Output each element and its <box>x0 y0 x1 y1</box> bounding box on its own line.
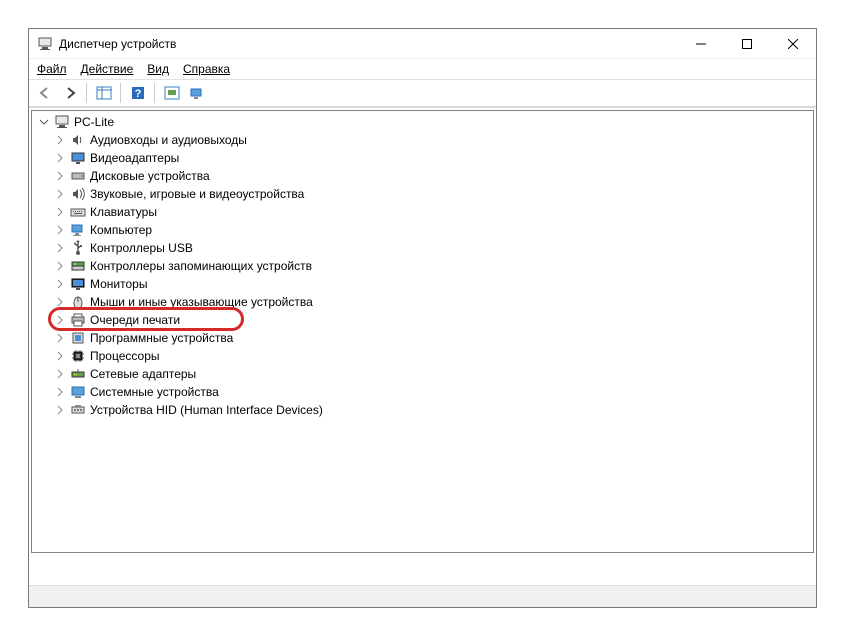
menubar: Файл Действие Вид Справка <box>29 59 816 79</box>
tree-item[interactable]: Аудиовходы и аудиовыходы <box>34 131 811 149</box>
computer-icon <box>54 114 70 130</box>
toolbar: ? <box>29 79 816 107</box>
chevron-right-icon[interactable] <box>54 404 66 416</box>
maximize-button[interactable] <box>724 29 770 58</box>
tree-item-label: Процессоры <box>90 349 160 363</box>
chevron-right-icon[interactable] <box>54 170 66 182</box>
hid-icon <box>70 402 86 418</box>
storage-icon <box>70 258 86 274</box>
display-icon <box>70 150 86 166</box>
chevron-right-icon[interactable] <box>54 368 66 380</box>
chevron-right-icon[interactable] <box>54 314 66 326</box>
toolbar-separator <box>120 83 121 103</box>
menu-view[interactable]: Вид <box>147 62 169 76</box>
tree-item[interactable]: Компьютер <box>34 221 811 239</box>
toolbar-separator <box>86 83 87 103</box>
usb-icon <box>70 240 86 256</box>
network-icon <box>70 366 86 382</box>
tree-item[interactable]: Дисковые устройства <box>34 167 811 185</box>
tree-item-label: Сетевые адаптеры <box>90 367 196 381</box>
tree-item[interactable]: Системные устройства <box>34 383 811 401</box>
tree-item-label: Аудиовходы и аудиовыходы <box>90 133 247 147</box>
menu-file[interactable]: Файл <box>37 62 67 76</box>
mouse-icon <box>70 294 86 310</box>
statusbar <box>29 585 816 607</box>
tree-item-label: Очереди печати <box>90 313 180 327</box>
tree-item-label: Клавиатуры <box>90 205 157 219</box>
tree-item-label: Компьютер <box>90 223 152 237</box>
chevron-right-icon[interactable] <box>54 350 66 362</box>
tree-item-label: Контроллеры USB <box>90 241 193 255</box>
chevron-right-icon[interactable] <box>54 386 66 398</box>
tree-root[interactable]: PC-Lite <box>34 113 811 131</box>
tree-item[interactable]: Мыши и иные указывающие устройства <box>34 293 811 311</box>
audio-icon <box>70 132 86 148</box>
software-icon <box>70 330 86 346</box>
tree-item-label: Системные устройства <box>90 385 219 399</box>
chevron-down-icon[interactable] <box>38 116 50 128</box>
help-button[interactable]: ? <box>126 82 149 104</box>
content-area: PC-Lite Аудиовходы и аудиовыходы Видеоада… <box>29 107 816 585</box>
tree-item[interactable]: Клавиатуры <box>34 203 811 221</box>
chevron-right-icon[interactable] <box>54 296 66 308</box>
properties-button[interactable] <box>185 82 208 104</box>
menu-help[interactable]: Справка <box>183 62 230 76</box>
tree-item-label: Мыши и иные указывающие устройства <box>90 295 313 309</box>
disk-icon <box>70 168 86 184</box>
tree-item[interactable]: Контроллеры USB <box>34 239 811 257</box>
cpu-icon <box>70 348 86 364</box>
chevron-right-icon[interactable] <box>54 206 66 218</box>
highlight-annotation: Очереди печати <box>34 311 811 329</box>
chevron-right-icon[interactable] <box>54 260 66 272</box>
tree-item-label: Мониторы <box>90 277 147 291</box>
chevron-right-icon[interactable] <box>54 188 66 200</box>
tree-item[interactable]: Устройства HID (Human Interface Devices) <box>34 401 811 419</box>
back-button[interactable] <box>33 82 56 104</box>
titlebar[interactable]: Диспетчер устройств <box>29 29 816 59</box>
show-hide-tree-button[interactable] <box>92 82 115 104</box>
chevron-right-icon[interactable] <box>54 224 66 236</box>
tree-item-label: Программные устройства <box>90 331 233 345</box>
device-tree[interactable]: PC-Lite Аудиовходы и аудиовыходы Видеоада… <box>31 110 814 553</box>
chevron-right-icon[interactable] <box>54 242 66 254</box>
tree-item[interactable]: Звуковые, игровые и видеоустройства <box>34 185 811 203</box>
tree-item-label: Контроллеры запоминающих устройств <box>90 259 312 273</box>
menu-action[interactable]: Действие <box>81 62 134 76</box>
scan-hardware-button[interactable] <box>160 82 183 104</box>
window-frame: Диспетчер устройств Файл Действие Вид Сп… <box>28 28 817 608</box>
tree-item-label: Видеоадаптеры <box>90 151 179 165</box>
system-icon <box>70 384 86 400</box>
keyboard-icon <box>70 204 86 220</box>
chevron-right-icon[interactable] <box>54 278 66 290</box>
tree-item-label: Звуковые, игровые и видеоустройства <box>90 187 304 201</box>
tree-item[interactable]: Очереди печати <box>34 311 811 329</box>
monitor-icon <box>70 276 86 292</box>
tree-item-label: Дисковые устройства <box>90 169 210 183</box>
tree-item[interactable]: Мониторы <box>34 275 811 293</box>
tree-root-label: PC-Lite <box>74 115 114 129</box>
forward-button[interactable] <box>58 82 81 104</box>
close-button[interactable] <box>770 29 816 58</box>
chevron-right-icon[interactable] <box>54 332 66 344</box>
window-title: Диспетчер устройств <box>59 37 672 51</box>
chevron-right-icon[interactable] <box>54 152 66 164</box>
app-icon <box>37 36 53 52</box>
tree-item[interactable]: Видеоадаптеры <box>34 149 811 167</box>
tree-item[interactable]: Сетевые адаптеры <box>34 365 811 383</box>
sound-icon <box>70 186 86 202</box>
svg-text:?: ? <box>134 88 141 100</box>
printer-icon <box>70 312 86 328</box>
minimize-button[interactable] <box>678 29 724 58</box>
tree-item[interactable]: Программные устройства <box>34 329 811 347</box>
tree-item-label: Устройства HID (Human Interface Devices) <box>90 403 323 417</box>
computer-icon <box>70 222 86 238</box>
tree-item[interactable]: Процессоры <box>34 347 811 365</box>
toolbar-separator <box>154 83 155 103</box>
tree-item[interactable]: Контроллеры запоминающих устройств <box>34 257 811 275</box>
chevron-right-icon[interactable] <box>54 134 66 146</box>
